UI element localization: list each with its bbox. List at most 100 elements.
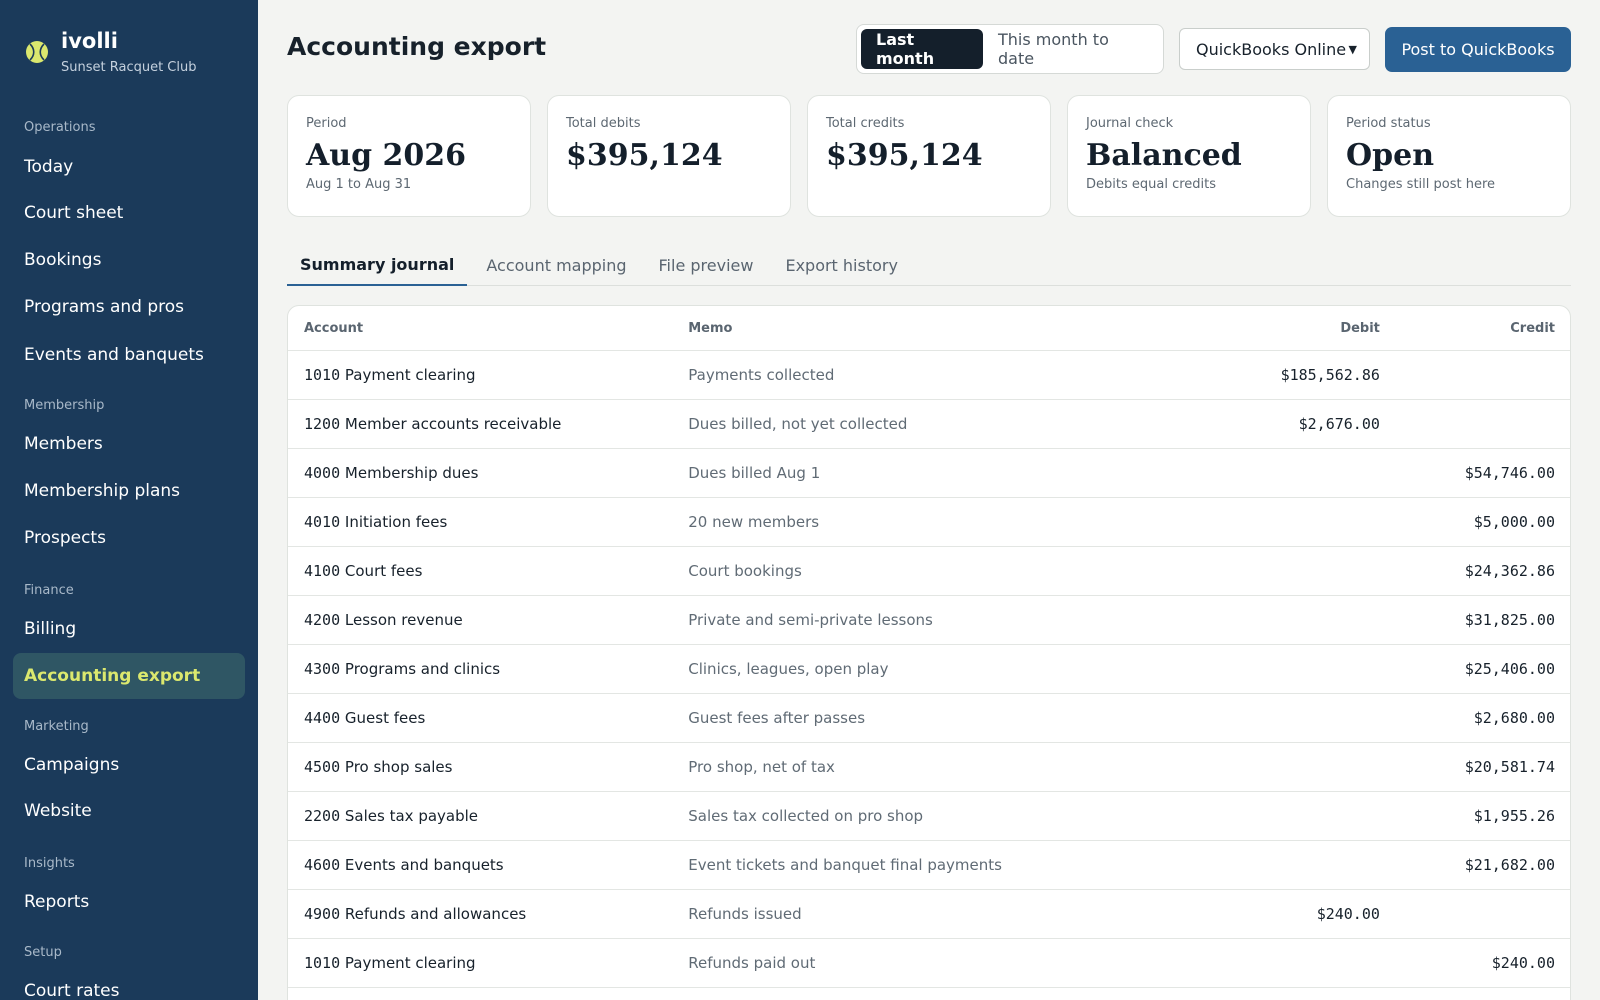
summary-card-total-credits: Total credits $395,124	[807, 95, 1051, 217]
account-code: 4400	[304, 709, 341, 727]
sidebar-item-members[interactable]: Members	[13, 421, 245, 467]
destination-select-value: QuickBooks Online	[1196, 39, 1347, 59]
sidebar-item-court-sheet[interactable]: Court sheet	[13, 190, 245, 236]
card-value: Aug 2026	[306, 138, 467, 173]
card-label: Period	[306, 116, 347, 131]
account-code: 1010	[304, 366, 341, 384]
debit-cell: $2,676.00	[1298, 415, 1380, 433]
tab-bar: Summary journal Account mapping File pre…	[287, 244, 1571, 286]
sidebar-item-campaigns[interactable]: Campaigns	[13, 742, 245, 788]
memo-cell: Sales tax collected on pro shop	[688, 807, 924, 825]
table-row[interactable]: 4200 Lesson revenue Private and semi-priv…	[288, 596, 1570, 645]
account-name: Refunds and allowances	[344, 905, 527, 923]
nav-group-operations: Operations	[24, 120, 96, 135]
card-value: $395,124	[566, 138, 723, 173]
table-row[interactable]: 4600 Events and banquets Event tickets an…	[288, 841, 1570, 890]
account-cell: 1010 Payment clearing	[288, 954, 688, 972]
table-row[interactable]: 2200 Sales tax payable Sales tax collecte…	[288, 792, 1570, 841]
tab-account-mapping[interactable]: Account mapping	[473, 244, 639, 286]
column-header-credit[interactable]: Credit	[1380, 321, 1570, 336]
sidebar-item-bookings[interactable]: Bookings	[13, 237, 245, 283]
summary-card-period-status: Period status Open Changes still post he…	[1327, 95, 1571, 217]
memo-cell: Dues billed Aug 1	[688, 464, 821, 482]
sidebar-item-court-rates[interactable]: Court rates	[13, 968, 245, 1000]
column-header-account[interactable]: Account	[288, 321, 688, 336]
sidebar-item-accounting-export[interactable]: Accounting export	[13, 653, 245, 699]
account-name: Events and banquets	[344, 856, 504, 874]
post-to-quickbooks-button[interactable]: Post to QuickBooks	[1385, 27, 1571, 72]
account-code: 1200	[304, 415, 341, 433]
nav-group-finance: Finance	[24, 583, 74, 598]
column-header-memo[interactable]: Memo	[688, 321, 1165, 336]
tab-export-history[interactable]: Export history	[772, 244, 911, 286]
sidebar-item-membership-plans[interactable]: Membership plans	[13, 468, 245, 514]
brand[interactable]: ivolli Sunset Racquet Club	[25, 26, 197, 75]
account-cell: 1200 Member accounts receivable	[288, 415, 688, 433]
card-value: $395,124	[826, 138, 983, 173]
sidebar-item-prospects[interactable]: Prospects	[13, 515, 245, 561]
card-value: Balanced	[1086, 138, 1242, 173]
tab-summary-journal[interactable]: Summary journal	[287, 244, 468, 286]
sidebar-item-billing[interactable]: Billing	[13, 606, 245, 652]
table-row[interactable]: 4300 Programs and clinics Clinics, league…	[288, 645, 1570, 694]
table-row[interactable]: 4100 Court fees Court bookings $24,362.86	[288, 547, 1570, 596]
account-name: Lesson revenue	[344, 611, 463, 629]
credit-cell: $20,581.74	[1464, 758, 1555, 776]
period-range-toggle: Last month This month to date	[856, 24, 1164, 74]
credit-cell: $24,362.86	[1464, 562, 1555, 580]
credit-cell: $2,680.00	[1473, 709, 1555, 727]
account-name: Payment clearing	[344, 366, 476, 384]
card-label: Journal check	[1086, 116, 1174, 131]
column-header-debit[interactable]: Debit	[1165, 321, 1380, 336]
account-name: Sales tax payable	[344, 807, 479, 825]
account-cell: 4010 Initiation fees	[288, 513, 688, 531]
memo-cell: Court bookings	[688, 562, 802, 580]
account-cell: 4600 Events and banquets	[288, 856, 688, 874]
credit-cell: $5,000.00	[1473, 513, 1555, 531]
debit-cell: $185,562.86	[1280, 366, 1380, 384]
summary-card-total-debits: Total debits $395,124	[547, 95, 791, 217]
table-row[interactable]: 4900 Refunds and allowances Refunds issue…	[288, 890, 1570, 939]
card-label: Total credits	[826, 116, 905, 131]
chevron-down-icon: ▼	[1348, 42, 1357, 56]
destination-select[interactable]: QuickBooks Online ▼	[1179, 28, 1370, 70]
table-row[interactable]: 4000 Membership dues Dues billed Aug 1 $54…	[288, 449, 1570, 498]
card-value: Open	[1346, 138, 1435, 173]
tab-file-preview[interactable]: File preview	[646, 244, 767, 286]
account-cell: 4300 Programs and clinics	[288, 660, 688, 678]
account-code: 4500	[304, 758, 341, 776]
account-code: 4600	[304, 856, 341, 874]
account-cell: 4400 Guest fees	[288, 709, 688, 727]
journal-table: Account Memo Debit Credit 1010 Payment c…	[287, 305, 1571, 1000]
sidebar: ivolli Sunset Racquet Club Operations To…	[0, 0, 258, 1000]
card-label: Period status	[1346, 116, 1431, 131]
sidebar-item-today[interactable]: Today	[13, 144, 245, 190]
sidebar-item-programs-and-pros[interactable]: Programs and pros	[13, 284, 245, 330]
credit-cell: $25,406.00	[1464, 660, 1555, 678]
table-row[interactable]: 4010 Initiation fees 20 new members $5,000…	[288, 498, 1570, 547]
card-label: Total debits	[566, 116, 641, 131]
table-row[interactable]: 1200 Member accounts receivable Dues bill…	[288, 400, 1570, 449]
account-name: Court fees	[344, 562, 423, 580]
memo-cell: Refunds paid out	[688, 954, 816, 972]
credit-cell: $54,746.00	[1464, 464, 1555, 482]
credit-cell: $31,825.00	[1464, 611, 1555, 629]
sidebar-item-reports[interactable]: Reports	[13, 879, 245, 925]
sidebar-item-events-and-banquets[interactable]: Events and banquets	[13, 332, 245, 378]
table-row[interactable]: 1010 Payment clearing Payments collected $…	[288, 351, 1570, 400]
account-cell: 4500 Pro shop sales	[288, 758, 688, 776]
account-name: Pro shop sales	[344, 758, 453, 776]
memo-cell: Clinics, leagues, open play	[688, 660, 889, 678]
memo-cell: 20 new members	[688, 513, 820, 531]
account-name: Membership dues	[344, 464, 479, 482]
tennis-ball-icon	[26, 41, 48, 63]
table-row[interactable]: 4500 Pro shop sales Pro shop, net of tax $…	[288, 743, 1570, 792]
memo-cell: Private and semi-private lessons	[688, 611, 933, 629]
sidebar-item-website[interactable]: Website	[13, 788, 245, 834]
range-last-month-button[interactable]: Last month	[861, 29, 983, 69]
account-code: 4000	[304, 464, 341, 482]
page-title: Accounting export	[287, 32, 547, 61]
table-row[interactable]: 4400 Guest fees Guest fees after passes $2…	[288, 694, 1570, 743]
table-row[interactable]: 1010 Payment clearing Refunds paid out $24…	[288, 939, 1570, 988]
range-month-to-date-button[interactable]: This month to date	[983, 29, 1159, 69]
